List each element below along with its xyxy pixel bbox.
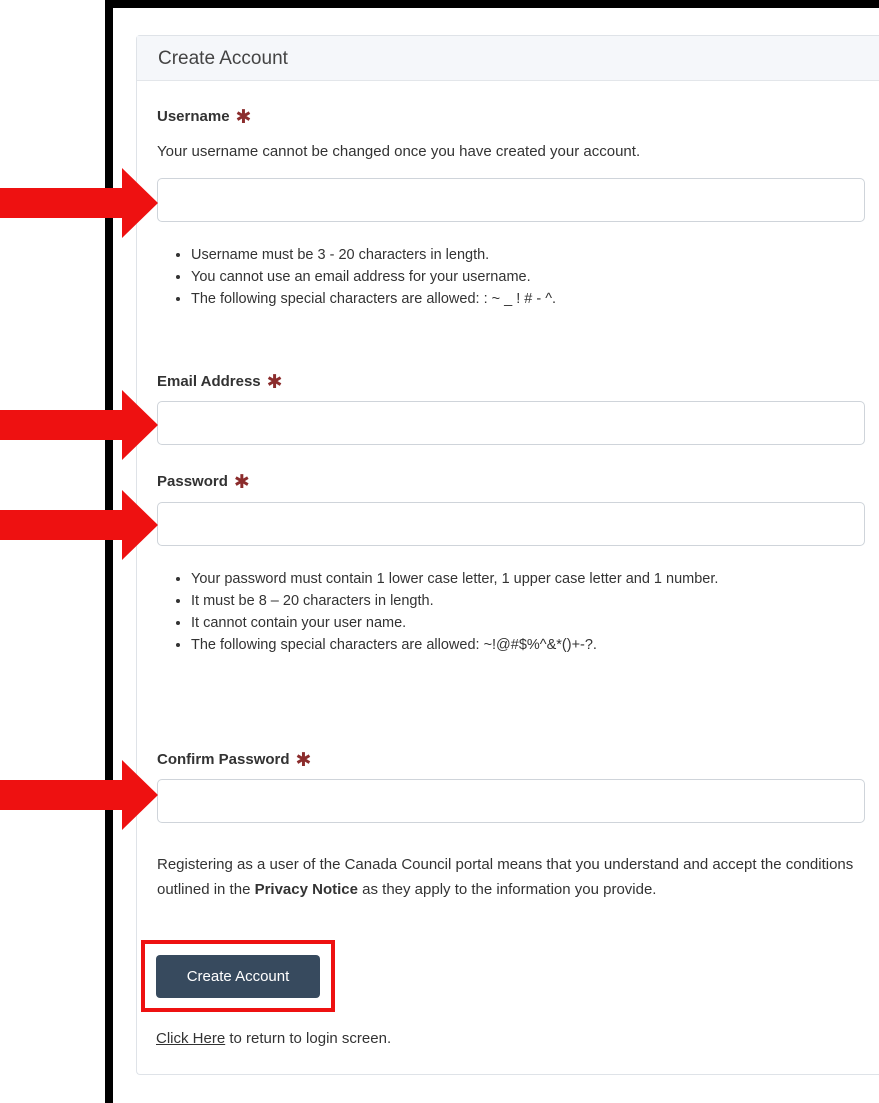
email-label: Email Address ✱ <box>157 371 283 394</box>
red-arrow-icon <box>0 760 158 830</box>
list-item: Your password must contain 1 lower case … <box>191 568 851 590</box>
password-label-text: Password <box>157 473 228 490</box>
required-asterisk-icon: ✱ <box>266 372 283 393</box>
password-label: Password ✱ <box>157 471 250 494</box>
list-item: Username must be 3 - 20 characters in le… <box>191 244 851 266</box>
username-label: Username ✱ <box>157 106 251 129</box>
list-item: You cannot use an email address for your… <box>191 266 851 288</box>
red-arrow-icon <box>0 490 158 560</box>
password-rules-list: Your password must contain 1 lower case … <box>171 568 851 656</box>
confirm-password-field[interactable] <box>157 779 865 823</box>
email-field[interactable] <box>157 401 865 445</box>
privacy-consent-text: Registering as a user of the Canada Coun… <box>157 852 862 902</box>
required-asterisk-icon: ✱ <box>233 472 250 493</box>
list-item: It cannot contain your user name. <box>191 612 851 634</box>
required-asterisk-icon: ✱ <box>235 107 252 128</box>
click-here-link[interactable]: Click Here <box>156 1030 225 1047</box>
card-title: Create Account <box>137 36 879 81</box>
password-field[interactable] <box>157 502 865 546</box>
red-arrow-icon <box>0 168 158 238</box>
return-to-login-line: Click Here to return to login screen. <box>156 1030 391 1047</box>
username-input[interactable] <box>157 178 865 222</box>
username-rules-list: Username must be 3 - 20 characters in le… <box>171 244 851 310</box>
list-item: It must be 8 – 20 characters in length. <box>191 590 851 612</box>
required-asterisk-icon: ✱ <box>295 750 312 771</box>
privacy-notice-link[interactable]: Privacy Notice <box>255 881 358 898</box>
confirm-password-label-text: Confirm Password <box>157 751 290 768</box>
username-label-text: Username <box>157 108 230 125</box>
red-arrow-icon <box>0 390 158 460</box>
return-to-login-text: to return to login screen. <box>225 1030 392 1047</box>
consent-text-after: as they apply to the information you pro… <box>357 881 657 898</box>
list-item: The following special characters are all… <box>191 634 851 656</box>
confirm-password-label: Confirm Password ✱ <box>157 749 311 772</box>
username-help-text: Your username cannot be changed once you… <box>157 143 641 160</box>
email-label-text: Email Address <box>157 373 261 390</box>
list-item: The following special characters are all… <box>191 288 851 310</box>
red-highlight-box <box>141 940 335 1012</box>
